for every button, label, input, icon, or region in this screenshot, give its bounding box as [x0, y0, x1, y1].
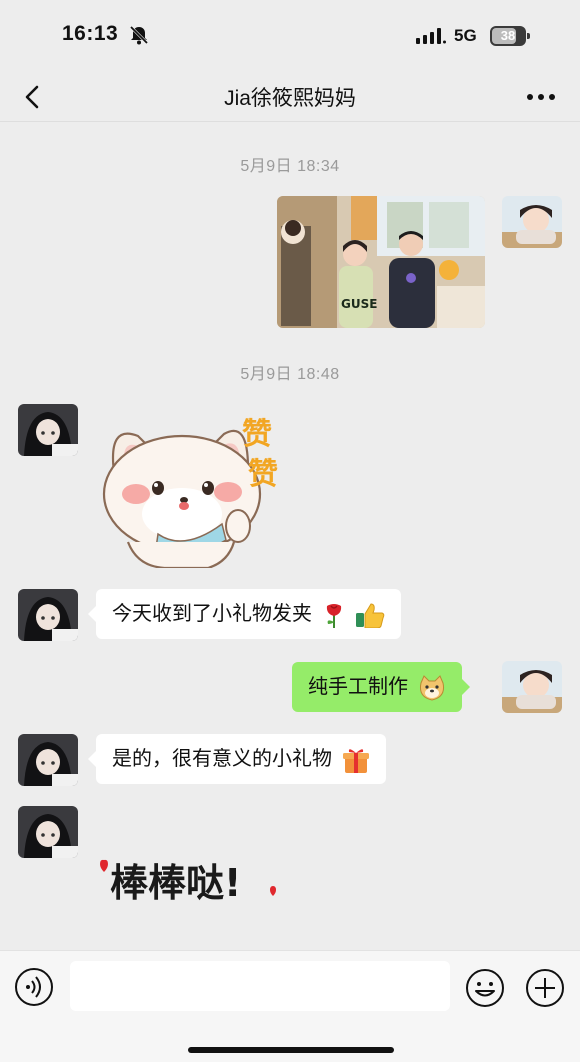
- message-text: 今天收到了小礼物发夹: [112, 603, 312, 625]
- sticker-zan-text-2: 赞: [248, 457, 278, 492]
- gift-icon: [342, 748, 369, 773]
- avatar-contact[interactable]: [18, 806, 78, 858]
- sticker-cat-zan[interactable]: 赞 赞: [98, 402, 294, 570]
- message-text: 是的，很有意义的小礼物: [112, 748, 332, 770]
- signal-icon: [416, 28, 446, 44]
- photo-image: GUSE: [277, 196, 485, 328]
- message-timestamp: 5月9日 18:34: [240, 158, 340, 175]
- sticker-text: 棒棒哒!: [110, 861, 241, 905]
- avatar-contact[interactable]: [18, 734, 78, 786]
- shirt-text: GUSE: [341, 297, 377, 311]
- message-input[interactable]: [70, 961, 450, 1011]
- sticker-bangbangda[interactable]: 棒棒哒!: [96, 848, 296, 912]
- chevron-left-icon[interactable]: [18, 82, 48, 112]
- sticker-zan-text-1: 赞: [242, 417, 272, 452]
- chat-title: Jia徐筱熙妈妈: [224, 87, 356, 110]
- message-bubble[interactable]: 今天收到了小礼物发夹: [87, 589, 402, 639]
- thumbs-up-icon: [356, 603, 385, 628]
- smile-icon[interactable]: [464, 967, 506, 1009]
- message-bubble-self[interactable]: 纯手工制作: [292, 662, 470, 712]
- network-type: 5G: [454, 26, 477, 45]
- doge-icon: [419, 674, 444, 701]
- battery-icon: 38: [490, 26, 530, 46]
- avatar-self[interactable]: [502, 196, 562, 248]
- battery-level: 38: [500, 28, 516, 43]
- message-bubble[interactable]: 是的，很有意义的小礼物: [88, 734, 386, 784]
- avatar-contact[interactable]: [18, 589, 78, 641]
- avatar-self[interactable]: [502, 661, 562, 713]
- bell-muted-icon: [129, 25, 149, 45]
- status-time: 16:13: [62, 22, 119, 45]
- rose-icon: [326, 603, 341, 628]
- plus-icon[interactable]: [524, 967, 566, 1009]
- message-text: 纯手工制作: [308, 676, 408, 698]
- chat-input-bar: [0, 950, 580, 1062]
- home-indicator[interactable]: [188, 1047, 394, 1053]
- voice-icon[interactable]: [14, 967, 54, 1007]
- ellipsis-icon[interactable]: [524, 84, 558, 110]
- chat-header: Jia徐筱熙妈妈: [0, 72, 580, 122]
- status-bar: 16:13 5G 38: [0, 0, 580, 72]
- photo-message[interactable]: GUSE: [277, 196, 485, 328]
- message-timestamp: 5月9日 18:48: [240, 366, 340, 383]
- avatar-contact[interactable]: [18, 404, 78, 456]
